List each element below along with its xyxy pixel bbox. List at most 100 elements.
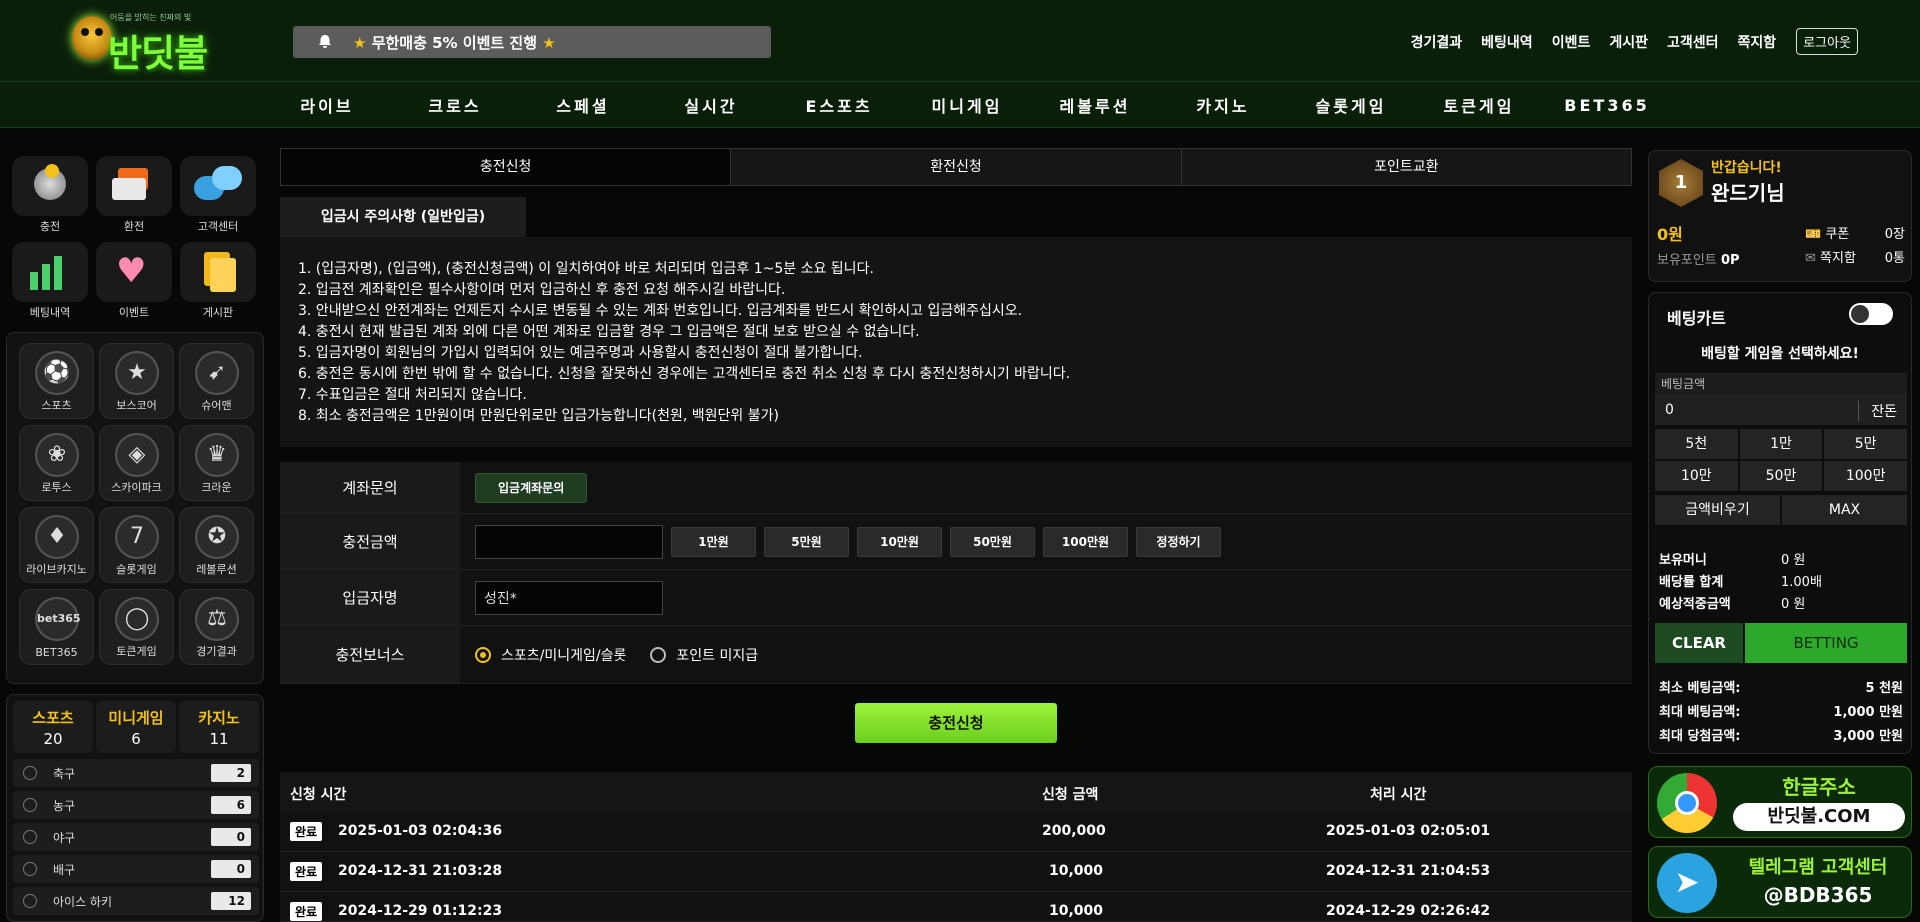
betslip-toggle[interactable] (1849, 303, 1893, 325)
notice-line: 3. 안내받으신 안전계좌는 언제든지 수시로 변동될 수 있는 계좌 번호입니… (298, 303, 1023, 319)
betting-button[interactable]: BETTING (1745, 623, 1907, 663)
amount-reset-button[interactable]: 정정하기 (1136, 526, 1221, 557)
tab-withdraw[interactable]: 환전신청 (730, 149, 1181, 185)
logout-button[interactable]: 로그아웃 (1796, 28, 1858, 55)
quick-50man[interactable]: 50만 (1739, 461, 1823, 491)
quick-1man[interactable]: 1만 (1739, 429, 1823, 459)
main-nav-cross[interactable]: 크로스 (391, 93, 519, 117)
limit-payout: 최대 당첨금액: 3,000 만원 (1659, 729, 1903, 744)
site-logo[interactable]: 어둠을 밝히는 진짜의 빛 반딧불 (60, 10, 225, 75)
tab-point-exchange[interactable]: 포인트교환 (1180, 149, 1631, 185)
nav-bet-history[interactable]: 베팅내역 (1481, 32, 1533, 52)
nav-messages[interactable]: 쪽지함 (1738, 32, 1777, 52)
menu-revolution[interactable]: ✪ 레볼루션 (179, 507, 254, 583)
max-button[interactable]: MAX (1782, 495, 1907, 525)
account-inquiry-button[interactable]: 입금계좌문의 (475, 472, 588, 503)
bonus-label: 충전보너스 (280, 626, 460, 683)
change-button[interactable]: 잔돈 (1858, 401, 1897, 421)
notice-line: 5. 입금자명이 회원님의 가입시 입력되어 있는 예금주명과 사용할시 충전신… (298, 345, 863, 361)
clear-button[interactable]: CLEAR (1655, 623, 1743, 663)
main-nav-revolution[interactable]: 레볼루션 (1031, 93, 1159, 117)
quick-withdraw[interactable]: 환전 (96, 156, 172, 236)
level-badge-icon: 1 (1659, 159, 1703, 207)
menu-skypark[interactable]: ◈ 스카이파크 (99, 425, 174, 501)
amount-10man-button[interactable]: 10만원 (857, 526, 942, 557)
domain-banner[interactable]: 한글주소 반딧불.COM (1648, 766, 1912, 838)
sport-row-icehockey[interactable]: 아이스 하키 12 (13, 887, 259, 915)
volleyball-icon (23, 862, 37, 876)
deposit-submit-button[interactable]: 충전신청 (855, 703, 1057, 743)
amount-50man-button[interactable]: 50만원 (950, 526, 1035, 557)
main-nav-live[interactable]: 라이브 (263, 93, 391, 117)
quick-10man[interactable]: 10만 (1655, 461, 1738, 491)
tab-deposit[interactable]: 충전신청 (281, 149, 731, 185)
main-nav-token[interactable]: 토큰게임 (1415, 93, 1543, 117)
quick-deposit[interactable]: 충전 (12, 156, 88, 236)
main-nav-casino[interactable]: 카지노 (1159, 93, 1287, 117)
coupon-link[interactable]: 🎫 쿠폰 0장 (1805, 223, 1905, 242)
menu-boscore[interactable]: ★ 보스코어 (99, 343, 174, 419)
menu-crown[interactable]: ♛ 크라운 (179, 425, 254, 501)
menu-live-casino[interactable]: ♦ 라이브카지노 (19, 507, 94, 583)
quick-support[interactable]: 고객센터 (180, 156, 256, 236)
menu-lotus[interactable]: ❀ 로투스 (19, 425, 94, 501)
quick-5man[interactable]: 5만 (1824, 429, 1907, 459)
nav-results[interactable]: 경기결과 (1411, 32, 1463, 52)
amount-100man-button[interactable]: 100만원 (1043, 526, 1128, 557)
dice-icon: ◈ (117, 435, 157, 475)
amount-5man-button[interactable]: 5만원 (764, 526, 849, 557)
main-nav-minigame[interactable]: 미니게임 (903, 93, 1031, 117)
main-nav-esports[interactable]: E스포츠 (775, 93, 903, 117)
depositor-input[interactable]: 성진* (475, 580, 663, 615)
menu-sports[interactable]: ⚽ 스포츠 (19, 343, 94, 419)
quick-board[interactable]: 게시판 (180, 242, 256, 322)
banner-title: 텔레그램 고객센터 (1748, 857, 1888, 878)
status-badge: 완료 (290, 822, 323, 841)
menu-sureman[interactable]: ➹ 슈어맨 (179, 343, 254, 419)
history-row[interactable]: 완료 2024-12-31 21:03:28 10,000 2024-12-31… (280, 852, 1632, 892)
notice-subtab[interactable]: 입금시 주의사항 (일반입금) (280, 197, 526, 237)
star-icon: ★ (542, 33, 556, 52)
username: 완드기님 (1711, 181, 1785, 205)
sport-row-baseball[interactable]: 야구 0 (13, 823, 259, 851)
count-tab-casino[interactable]: 카지노 11 (179, 701, 259, 753)
bonus-option-sports[interactable]: 스포츠/미니게임/슬롯 (475, 645, 626, 665)
bonus-option-none[interactable]: 포인트 미지급 (650, 645, 758, 665)
nav-board[interactable]: 게시판 (1609, 32, 1648, 52)
sport-row-soccer[interactable]: 축구 2 (13, 759, 259, 787)
message-link[interactable]: ✉ 쪽지함 0통 (1805, 247, 1905, 266)
piggy-bank-icon (12, 156, 88, 216)
main-nav-slot[interactable]: 슬롯게임 (1287, 93, 1415, 117)
history-row[interactable]: 완료 2025-01-03 02:04:36 200,000 2025-01-0… (280, 812, 1632, 852)
menu-slot[interactable]: 7 슬롯게임 (99, 507, 174, 583)
clear-amount-button[interactable]: 금액비우기 (1655, 495, 1780, 525)
bet-amount-field[interactable]: 0 잔돈 (1655, 395, 1907, 425)
playing-card-icon: ♦ (37, 517, 77, 557)
amount-1man-button[interactable]: 1만원 (671, 526, 756, 557)
quick-bet-history[interactable]: 베팅내역 (12, 242, 88, 322)
history-col-amount: 신청 금액 (1042, 787, 1099, 803)
count-tab-minigame[interactable]: 미니게임 6 (96, 701, 176, 753)
telegram-banner[interactable]: ➤ 텔레그램 고객센터 @BDB365 (1648, 846, 1912, 918)
banner-subtitle: @BDB365 (1763, 883, 1873, 907)
nav-event[interactable]: 이벤트 (1552, 32, 1591, 52)
menu-bet365[interactable]: bet365 BET365 (19, 589, 94, 665)
notice-line: 1. (입금자명), (입금액), (충전신청금액) 이 일치하여야 바로 처리… (298, 261, 874, 277)
user-money: 0원 (1657, 225, 1683, 244)
menu-token[interactable]: ◯ 토큰게임 (99, 589, 174, 665)
main-nav-realtime[interactable]: 실시간 (647, 93, 775, 117)
quick-5cheon[interactable]: 5천 (1655, 429, 1738, 459)
main-nav-special[interactable]: 스페셜 (519, 93, 647, 117)
history-row[interactable]: 완료 2024-12-29 01:12:23 10,000 2024-12-29… (280, 892, 1632, 922)
radio-unchecked-icon (650, 646, 667, 663)
count-tab-sports[interactable]: 스포츠 20 (13, 701, 93, 753)
menu-results[interactable]: ⚖ 경기결과 (179, 589, 254, 665)
quick-100man[interactable]: 100만 (1824, 461, 1907, 491)
main-nav-bet365[interactable]: BET365 (1543, 96, 1671, 115)
quick-event[interactable]: ♥ 이벤트 (96, 242, 172, 322)
sport-row-basketball[interactable]: 농구 6 (13, 791, 259, 819)
arrow-icon: ➹ (197, 353, 237, 393)
sport-row-volleyball[interactable]: 배구 0 (13, 855, 259, 883)
nav-support[interactable]: 고객센터 (1667, 32, 1719, 52)
amount-input[interactable] (475, 524, 663, 559)
